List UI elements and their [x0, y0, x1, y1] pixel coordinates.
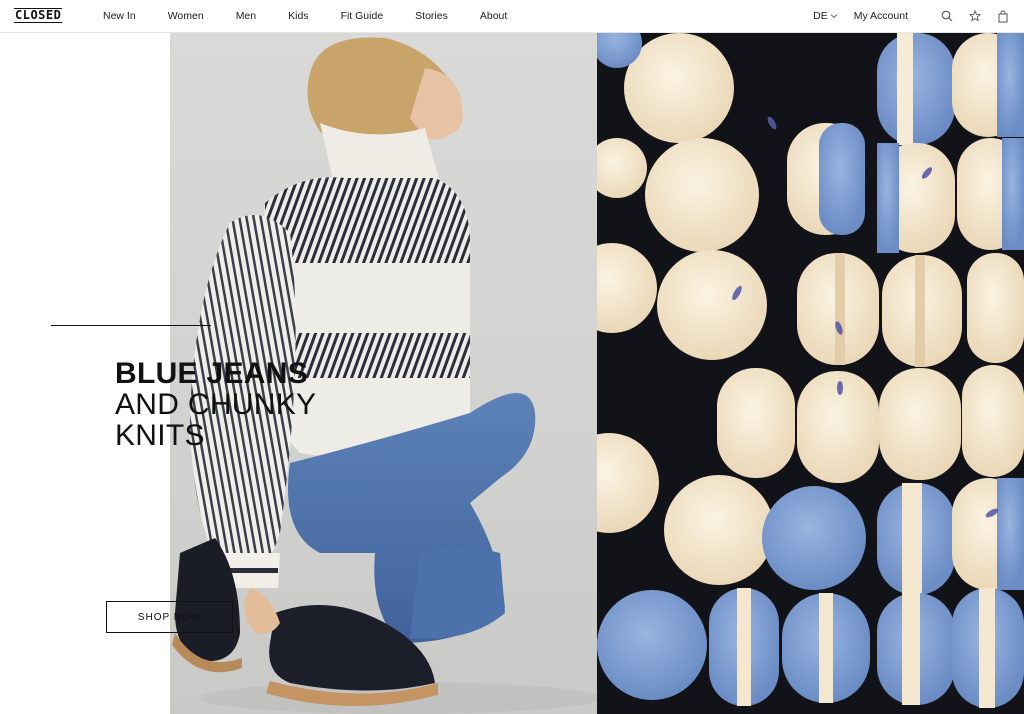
- site-header: CLOSED New In Women Men Kids Fit Guide S…: [0, 0, 1024, 33]
- main-nav: New In Women Men Kids Fit Guide Stories …: [103, 10, 539, 22]
- hero-macarons-photo[interactable]: [597, 33, 1024, 714]
- shop-now-button[interactable]: SHOP NOW: [106, 601, 233, 633]
- language-selector[interactable]: DE: [813, 10, 838, 22]
- macarons-illustration: [597, 33, 1024, 708]
- nav-item-new-in[interactable]: New In: [103, 10, 136, 22]
- hero-headline-line2: AND CHUNKY: [115, 388, 317, 421]
- my-account-link[interactable]: My Account: [854, 10, 908, 22]
- header-utilities: DE My Account: [813, 9, 1010, 23]
- hero-headline-line1: BLUE JEANS: [115, 357, 309, 390]
- nav-item-women[interactable]: Women: [168, 10, 204, 22]
- star-icon[interactable]: [968, 9, 982, 23]
- nav-item-kids[interactable]: Kids: [288, 10, 308, 22]
- chevron-down-icon: [830, 14, 838, 19]
- nav-item-men[interactable]: Men: [236, 10, 256, 22]
- hero-headline-line3: KNITS: [115, 419, 205, 452]
- language-label: DE: [813, 10, 828, 22]
- nav-item-about[interactable]: About: [480, 10, 507, 22]
- brand-logo[interactable]: CLOSED: [14, 8, 63, 23]
- hero-divider-line: [51, 325, 211, 326]
- hero-headline: BLUE JEANS AND CHUNKY KNITS: [115, 358, 316, 451]
- nav-item-fit-guide[interactable]: Fit Guide: [341, 10, 384, 22]
- nav-item-stories[interactable]: Stories: [415, 10, 448, 22]
- bag-icon[interactable]: [996, 9, 1010, 23]
- search-icon[interactable]: [940, 9, 954, 23]
